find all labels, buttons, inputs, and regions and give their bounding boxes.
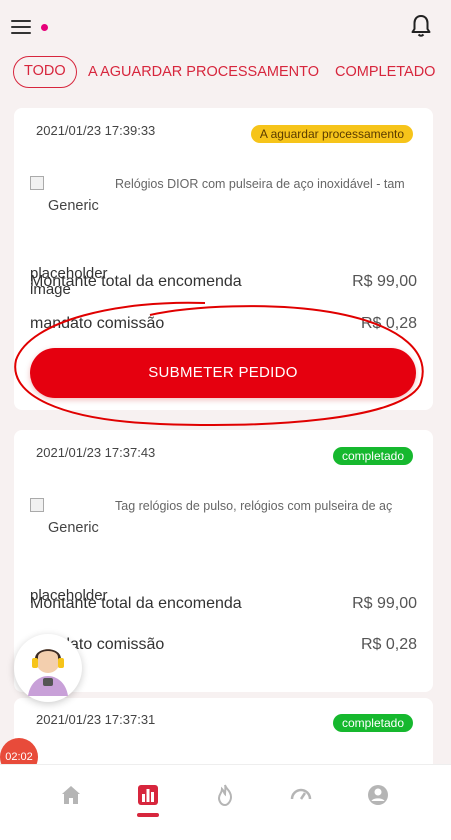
product-image: Generic [30,498,108,556]
product-image: Generic [30,176,108,234]
user-icon[interactable] [366,783,392,809]
status-badge: A aguardar processamento [250,125,413,143]
tab-todo[interactable]: TODO [13,56,77,88]
commission-label: mandato comissão [30,315,165,332]
status-badge: completado [332,714,413,732]
tab-completed[interactable]: COMPLETADO [335,56,435,88]
status-badge: completado [332,447,413,465]
order-card: 2021/01/23 17:39:33 A aguardar processam… [14,108,433,410]
orders-chart-icon[interactable] [136,783,162,809]
broken-image-icon [30,176,44,190]
order-date: 2021/01/23 17:39:33 [36,123,156,138]
image-alt-text: Generic [48,198,99,214]
flame-icon[interactable] [213,783,239,809]
commission-value: R$ 0,28 [360,315,417,332]
top-bar [0,0,451,52]
speedometer-icon[interactable] [289,783,315,809]
commission-value: R$ 0,28 [360,636,417,653]
hamburger-menu-icon[interactable] [11,19,33,35]
notification-dot [41,24,48,31]
status-tabs: TODO A AGUARDAR PROCESSAMENTO COMPLETADO [0,56,451,90]
order-total-value: R$ 99,00 [352,595,417,612]
order-total-value: R$ 99,00 [352,273,417,290]
bottom-navigation [0,764,451,840]
tab-awaiting-processing[interactable]: A AGUARDAR PROCESSAMENTO [88,56,319,88]
image-alt-text: Generic [48,520,99,536]
home-icon[interactable] [59,783,85,809]
bell-icon[interactable] [410,14,432,38]
submit-order-button[interactable]: SUBMETER PEDIDO [30,348,416,398]
product-name: Tag relógios de pulso, relógios com puls… [115,499,393,513]
order-total-label: Montante total da encomenda [30,595,242,612]
order-total-label: Montante total da encomenda [30,273,242,290]
customer-support-avatar[interactable] [14,634,82,702]
active-tab-indicator [137,813,159,817]
broken-image-icon [30,498,44,512]
product-name: Relógios DIOR com pulseira de aço inoxid… [115,177,405,191]
order-date: 2021/01/23 17:37:31 [36,712,156,727]
order-date: 2021/01/23 17:37:43 [36,445,156,460]
